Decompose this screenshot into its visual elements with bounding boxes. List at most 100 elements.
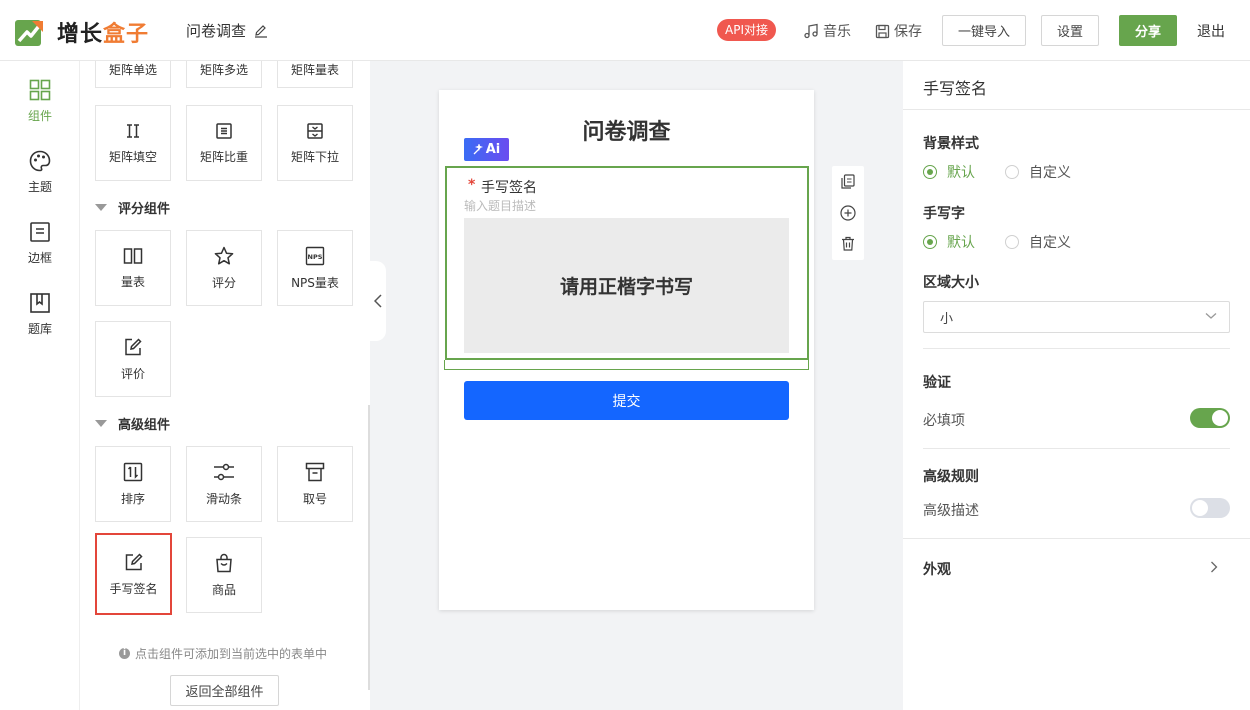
app-root: 增长 盒子 问卷调查 API对接 音乐 保存 一键导入 设置 分享 退出 组件 …: [0, 0, 1250, 710]
component-product[interactable]: 商品: [186, 537, 262, 613]
api-integration-badge[interactable]: API对接: [717, 19, 776, 41]
save-disk-icon: [875, 24, 890, 38]
sort-icon: [123, 462, 143, 481]
rail-item-library[interactable]: 题库: [0, 292, 80, 337]
divider: [923, 448, 1230, 449]
logout-link[interactable]: 退出: [1197, 21, 1225, 41]
matrix-weight-icon: [216, 122, 232, 139]
grid-icon: [29, 79, 51, 101]
collapse-triangle-icon: [95, 420, 107, 427]
logo-text-accent: 盒子: [103, 22, 150, 47]
copy-icon: [841, 174, 855, 189]
back-to-all-components-button[interactable]: 返回全部组件: [170, 675, 279, 706]
collapse-triangle-icon: [95, 204, 107, 211]
settings-header: 手写签名: [923, 79, 988, 98]
required-asterisk: *: [468, 177, 476, 193]
section-advanced-components[interactable]: 高级组件: [95, 414, 170, 433]
chevron-right-icon[interactable]: [1210, 561, 1218, 573]
delete-question-button[interactable]: [832, 228, 864, 259]
save-button[interactable]: 保存: [875, 21, 922, 41]
bg-style-label: 背景样式: [923, 136, 979, 152]
rail-item-theme[interactable]: 主题: [0, 150, 80, 195]
left-nav-rail: 组件 主题 边框 题库: [0, 61, 80, 710]
question-description-input[interactable]: 输入题目描述: [464, 197, 536, 214]
rail-item-components[interactable]: 组件: [0, 79, 80, 124]
bg-style-custom-radio[interactable]: 自定义: [1005, 162, 1071, 182]
matrix-fill-icon: [127, 123, 139, 138]
handwriting-default-radio[interactable]: 默认: [923, 232, 975, 252]
component-label: 排序: [120, 491, 145, 506]
appearance-label[interactable]: 外观: [923, 559, 951, 579]
component-matrix-dropdown[interactable]: 矩阵下拉: [277, 105, 353, 181]
document-title[interactable]: 问卷调查: [186, 20, 268, 41]
component-review[interactable]: 评价: [95, 321, 171, 397]
svg-text:NPS: NPS: [308, 253, 323, 261]
edit-pencil-icon[interactable]: [254, 24, 268, 38]
component-matrix-scale[interactable]: 矩阵量表: [277, 61, 353, 88]
component-label: 矩阵单选: [108, 63, 157, 77]
ticket-icon: [305, 462, 325, 481]
question-toolbar: [832, 166, 864, 260]
advanced-desc-toggle[interactable]: [1190, 498, 1230, 518]
submit-button[interactable]: 提交: [464, 381, 789, 420]
matrix-dropdown-icon: [307, 122, 323, 139]
component-label: 矩阵量表: [290, 63, 339, 77]
component-matrix-weight[interactable]: 矩阵比重: [186, 105, 262, 181]
slider-icon: [214, 463, 234, 480]
document-title-text: 问卷调查: [186, 22, 247, 40]
signature-area[interactable]: 请用正楷字书写: [464, 218, 789, 353]
section-title: 评分组件: [118, 202, 171, 217]
component-slider[interactable]: 滑动条: [186, 446, 262, 522]
info-icon: i: [119, 648, 130, 659]
component-rating[interactable]: 评分: [186, 230, 262, 306]
music-button[interactable]: 音乐: [803, 21, 851, 41]
component-sort[interactable]: 排序: [95, 446, 171, 522]
question-title[interactable]: 手写签名: [481, 177, 537, 197]
component-label: 矩阵填空: [108, 149, 157, 164]
handwriting-custom-radio[interactable]: 自定义: [1005, 232, 1071, 252]
magic-wand-icon: [473, 144, 483, 155]
component-matrix-single[interactable]: 矩阵单选: [95, 61, 171, 88]
component-label: 矩阵比重: [199, 149, 248, 164]
settings-button[interactable]: 设置: [1041, 15, 1099, 46]
radio-dot: [923, 165, 937, 179]
section-rating-components[interactable]: 评分组件: [95, 198, 170, 217]
area-size-label: 区域大小: [923, 275, 979, 291]
palette-icon: [29, 150, 51, 172]
chevron-left-icon: [374, 294, 382, 308]
review-icon: [125, 337, 142, 355]
validation-label: 验证: [923, 375, 951, 391]
form-canvas: 问卷调查 Ai * 手写签名 输入题目描述 请用正楷字书写 提交: [370, 61, 903, 710]
component-label: 手写签名: [109, 581, 158, 596]
component-ticket[interactable]: 取号: [277, 446, 353, 522]
signature-icon: [125, 552, 143, 570]
component-matrix-fill[interactable]: 矩阵填空: [95, 105, 171, 181]
divider: [903, 538, 1250, 539]
component-handwritten-signature[interactable]: 手写签名: [95, 533, 172, 615]
ai-assist-button[interactable]: Ai: [464, 138, 509, 161]
required-toggle[interactable]: [1190, 408, 1230, 428]
bg-style-default-radio[interactable]: 默认: [923, 162, 975, 182]
radio-dot: [1005, 165, 1019, 179]
rail-item-border[interactable]: 边框: [0, 221, 80, 266]
share-button[interactable]: 分享: [1119, 15, 1177, 46]
top-header: 增长 盒子 问卷调查 API对接 音乐 保存 一键导入 设置 分享 退出: [0, 0, 1250, 61]
component-scale[interactable]: 量表: [95, 230, 171, 306]
divider: [923, 348, 1230, 349]
component-nps[interactable]: NPS NPS量表: [277, 230, 353, 306]
component-label: NPS量表: [291, 275, 339, 290]
area-size-select[interactable]: 小: [923, 301, 1230, 333]
copy-question-button[interactable]: [832, 166, 864, 197]
add-question-button[interactable]: [832, 197, 864, 228]
library-icon: [30, 293, 50, 313]
component-label: 滑动条: [205, 491, 242, 506]
logo[interactable]: 增长 盒子: [14, 16, 149, 48]
collapse-panel-toggle[interactable]: [370, 261, 386, 341]
radio-label: 默认: [947, 165, 975, 181]
radio-dot: [1005, 235, 1019, 249]
radio-label: 自定义: [1029, 165, 1071, 181]
one-click-import-button[interactable]: 一键导入: [942, 15, 1026, 46]
logo-text-primary: 增长: [57, 22, 104, 47]
music-label: 音乐: [823, 24, 851, 40]
component-matrix-multi[interactable]: 矩阵多选: [186, 61, 262, 88]
